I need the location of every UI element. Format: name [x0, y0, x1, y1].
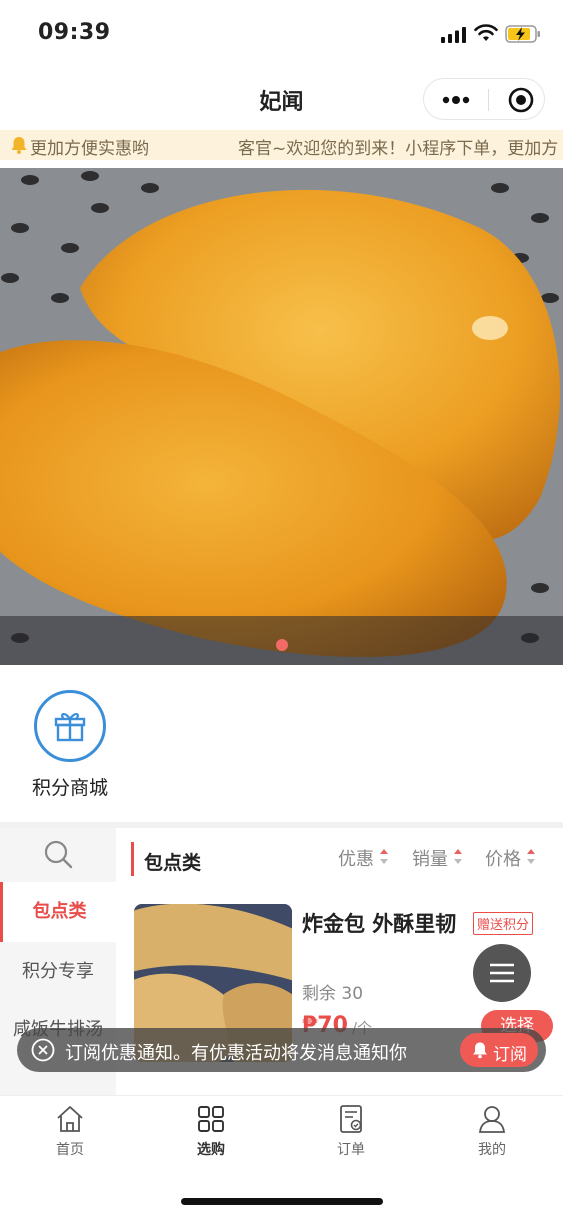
tab-label: 订单	[337, 1142, 365, 1158]
gift-icon	[54, 713, 86, 742]
subscribe-text: 订阅优惠通知。有优惠活动将发消息通知你	[65, 1043, 407, 1064]
wifi-icon	[474, 24, 498, 41]
user-icon	[478, 1106, 506, 1133]
sort-arrows-icon	[380, 849, 388, 864]
tab-home[interactable]: 首页	[25, 1103, 115, 1159]
notice-marquee: 更加方便实惠哟 客官~欢迎您的到来！小程序下单，更加方	[0, 130, 563, 160]
banner-image[interactable]	[0, 168, 563, 665]
category-item-points[interactable]: 积分专享	[0, 944, 116, 1000]
notice-text: 更加方便实惠哟	[30, 139, 149, 159]
target-icon[interactable]	[508, 87, 534, 113]
subscribe-button-label: 订阅	[493, 1045, 527, 1065]
mini-program-capsule	[423, 78, 545, 120]
points-mall-button[interactable]	[34, 690, 106, 762]
category-item-baodian[interactable]: 包点类	[0, 882, 116, 942]
bell-icon	[11, 137, 27, 154]
battery-charging-icon	[505, 25, 540, 43]
points-badge: 赠送积分	[473, 912, 534, 935]
fried-bun-photo	[0, 168, 563, 665]
sort-arrows-icon	[527, 849, 535, 864]
signal-icon	[441, 27, 466, 43]
floating-menu-button[interactable]	[473, 944, 531, 1002]
search-icon[interactable]	[42, 838, 74, 870]
sort-sales[interactable]: 销量	[412, 845, 462, 871]
capsule-divider	[488, 89, 489, 111]
bell-icon	[473, 1042, 487, 1059]
banner-dot-active[interactable]	[276, 639, 288, 651]
home-indicator	[181, 1198, 383, 1205]
more-dots-icon[interactable]	[440, 91, 472, 109]
tab-label: 我的	[478, 1142, 506, 1158]
section-title: 包点类	[144, 852, 202, 874]
subscribe-button[interactable]: 订阅	[460, 1033, 538, 1067]
sort-price[interactable]: 价格	[485, 845, 535, 871]
grid-icon	[198, 1106, 224, 1132]
subscribe-bar: 订阅优惠通知。有优惠活动将发消息通知你 订阅	[17, 1028, 546, 1072]
product-stock: 剩余 30	[302, 984, 364, 1004]
order-icon	[340, 1105, 362, 1133]
home-icon	[57, 1106, 83, 1132]
tab-label: 首页	[56, 1142, 84, 1158]
tab-label: 选购	[197, 1142, 225, 1158]
menu-icon	[490, 963, 514, 983]
sort-label: 价格	[485, 849, 521, 870]
notice-text: 客官~欢迎您的到来！小程序下单，更加方	[238, 139, 559, 159]
tab-me[interactable]: 我的	[447, 1103, 537, 1159]
section-accent-bar	[131, 842, 134, 876]
product-name[interactable]: 炸金包 外酥里韧	[302, 908, 456, 938]
tab-orders[interactable]: 订单	[306, 1103, 396, 1159]
tab-shop[interactable]: 选购	[166, 1103, 256, 1159]
sort-label: 销量	[412, 849, 448, 870]
sort-discount[interactable]: 优惠	[338, 845, 388, 871]
sort-arrows-icon	[454, 849, 462, 864]
status-time: 09:39	[38, 20, 111, 45]
sort-label: 优惠	[338, 849, 374, 870]
points-mall-label[interactable]: 积分商城	[20, 773, 120, 800]
close-circle-icon[interactable]	[31, 1038, 55, 1062]
